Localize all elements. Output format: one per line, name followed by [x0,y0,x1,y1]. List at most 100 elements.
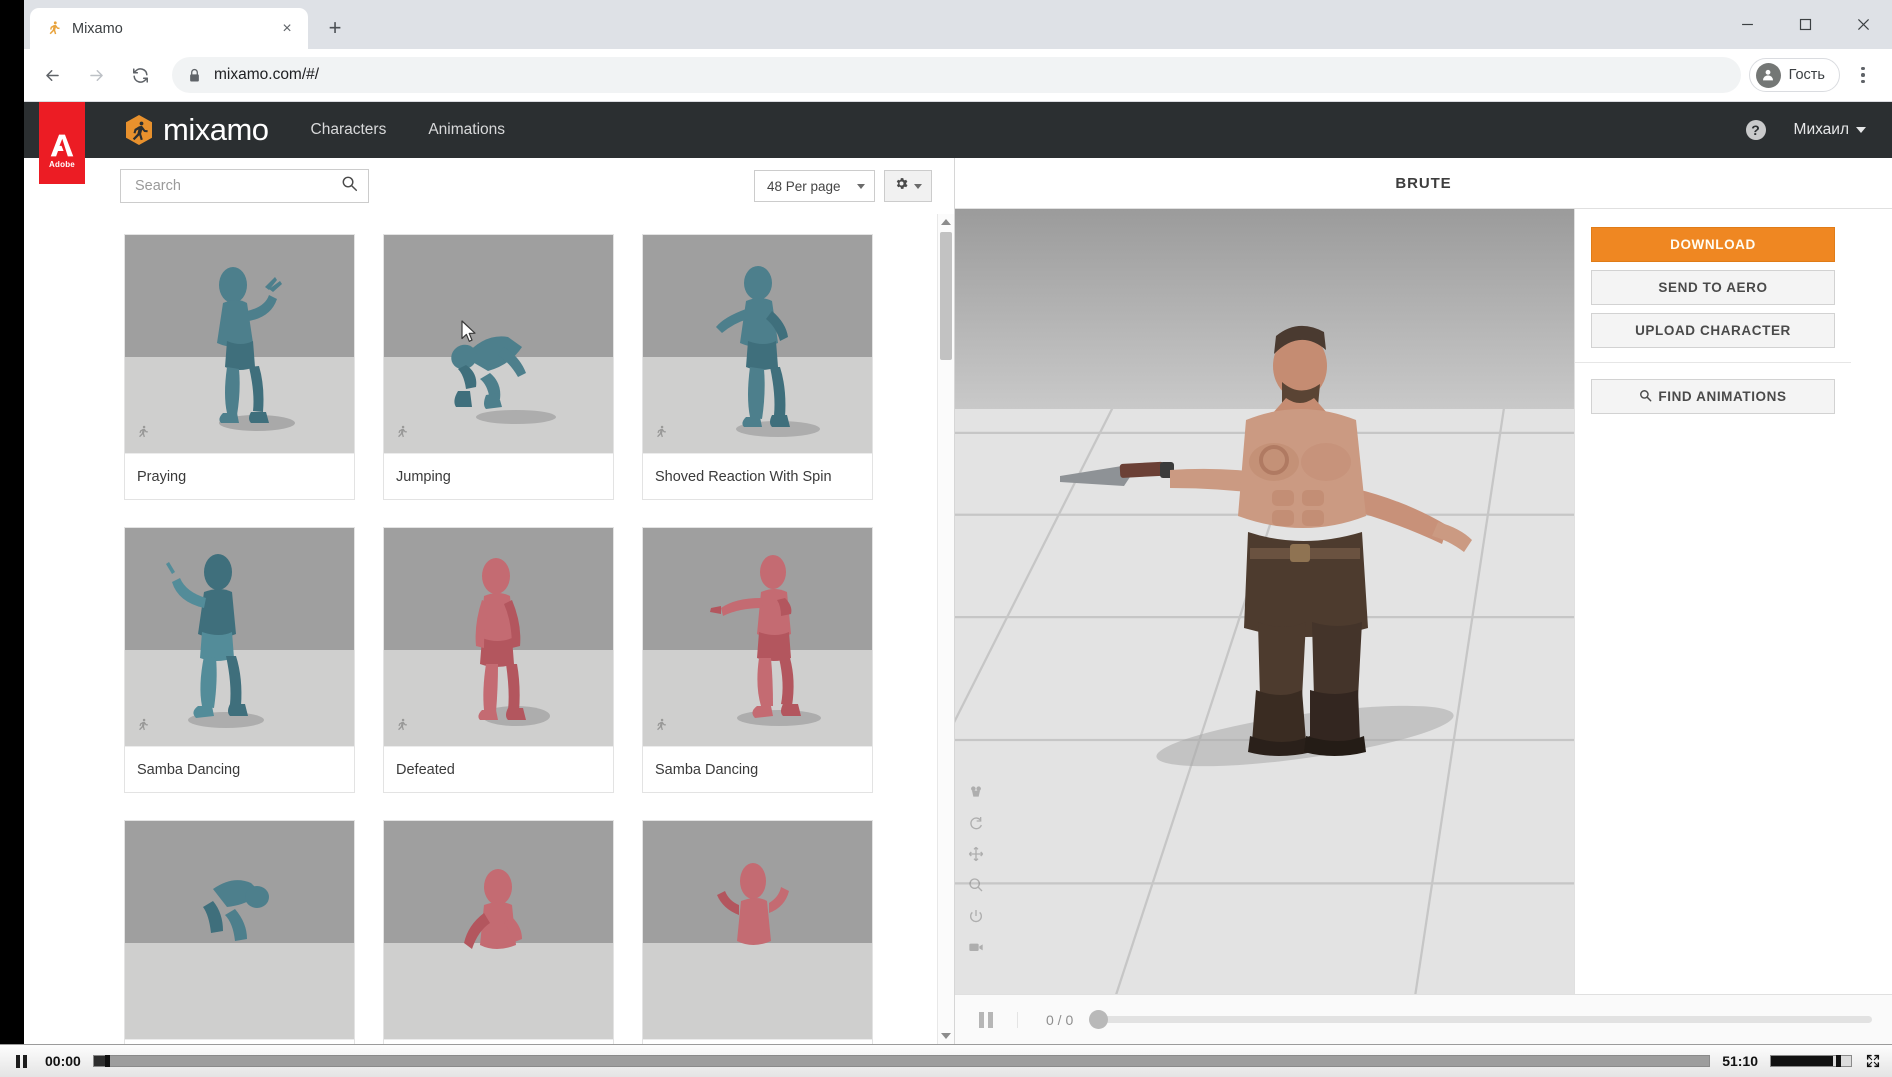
3d-viewport[interactable] [955,209,1574,994]
viewport-controls [967,783,985,956]
search-icon [1639,389,1652,405]
scrollbar-thumb[interactable] [940,232,952,360]
account-menu[interactable]: Михаил [1794,121,1866,139]
rotate-icon[interactable] [967,814,985,832]
back-arrow-icon[interactable] [32,55,72,95]
browser-window: Mixamo × + mixamo.com/#/ Гость Adobe mix… [24,0,1892,1044]
scroll-up-icon[interactable] [938,214,954,230]
search-box[interactable] [120,169,369,203]
browser-tab-mixamo[interactable]: Mixamo × [30,8,308,49]
animation-card-label: Jumping [384,453,613,499]
mixamo-wordmark: mixamo [163,112,269,147]
animation-card-label: Samba Dancing [643,746,872,792]
recorder-progress-slider[interactable] [92,1055,1711,1067]
volume-knob[interactable] [1835,1055,1841,1067]
runner-icon [394,717,409,738]
gear-icon [894,176,909,196]
camera-icon[interactable] [967,938,985,956]
animation-thumbnail [643,821,872,1039]
download-button[interactable]: DOWNLOAD [1591,227,1835,262]
reload-icon[interactable] [120,55,160,95]
help-icon[interactable]: ? [1745,120,1766,140]
bone-icon[interactable] [967,783,985,801]
close-icon[interactable] [1834,4,1892,45]
pause-icon[interactable] [10,1054,33,1068]
animation-thumbnail [125,235,354,453]
settings-button[interactable] [884,170,932,202]
animations-scroll-area[interactable]: Praying Jumping Shoved Reaction With Spi… [24,214,954,1044]
mixamo-header: Adobe mixamo Characters Animations ? Мих… [24,102,1892,184]
runner-icon [135,424,150,445]
adobe-a-icon [50,134,74,157]
reset-icon[interactable] [967,907,985,925]
screen-root: Mixamo × + mixamo.com/#/ Гость Adobe mix… [0,0,1892,1077]
animation-card[interactable]: Samba Dancing [124,527,355,793]
animation-card-label: Praying [125,453,354,499]
tab-strip: Mixamo × + [24,0,1892,49]
adobe-logo[interactable]: Adobe [39,102,85,184]
page-content: Adobe mixamo Characters Animations ? Мих… [24,102,1892,1044]
upload-character-button[interactable]: UPLOAD CHARACTER [1591,313,1835,348]
minimize-icon[interactable] [1718,4,1776,45]
animation-card[interactable] [383,820,614,1044]
animation-thumbnail [384,235,613,453]
animations-toolbar: 48 Per page [24,158,954,214]
nav-item-animations[interactable]: Animations [428,121,505,139]
animation-thumbnail [125,528,354,746]
mixamo-body: 48 Per page [24,158,1892,1044]
browser-toolbar: mixamo.com/#/ Гость [24,49,1892,102]
pause-icon[interactable] [971,1011,1001,1028]
running-man-icon [44,20,62,38]
pan-icon[interactable] [967,845,985,863]
zoom-icon[interactable] [967,876,985,894]
sidebar-divider [1575,362,1851,363]
volume-slider[interactable] [1770,1055,1852,1067]
fullscreen-icon[interactable] [1864,1052,1882,1070]
adobe-wordmark: Adobe [49,160,75,169]
window-controls [1718,0,1892,49]
animation-thumbnail [125,821,354,1039]
runner-icon [653,717,668,738]
mixamo-logo[interactable]: mixamo [124,112,269,148]
timeline-slider[interactable] [1089,1010,1872,1029]
recorder-total-time: 51:10 [1722,1053,1758,1069]
recorder-progress-knob[interactable] [105,1055,111,1067]
animation-card-label: Defeated [384,746,613,792]
animations-grid: Praying Jumping Shoved Reaction With Spi… [24,214,954,1044]
new-tab-button[interactable]: + [318,11,352,45]
character-panel: BRUTE DOWNLOAD SEND TO AERO UPLOAD CHARA… [955,158,1892,1044]
timeline-knob[interactable] [1089,1010,1109,1029]
profile-chip[interactable]: Гость [1748,58,1840,92]
animation-card[interactable]: Shoved Reaction With Spin [642,234,873,500]
forward-arrow-icon[interactable] [76,55,116,95]
maximize-icon[interactable] [1776,4,1834,45]
address-bar[interactable]: mixamo.com/#/ [172,57,1741,93]
animation-card-label: Samba Dancing [125,746,354,792]
person-icon [1755,62,1781,88]
per-page-value: 48 Per page [767,178,841,194]
animation-thumbnail [384,528,613,746]
search-icon[interactable] [341,175,358,197]
scroll-down-icon[interactable] [938,1028,954,1044]
address-bar-url: mixamo.com/#/ [214,66,320,83]
viewer-row: DOWNLOAD SEND TO AERO UPLOAD CHARACTER F… [955,209,1892,994]
padlock-icon [188,68,201,83]
animation-card[interactable]: Samba Dancing [642,527,873,793]
search-input[interactable] [135,178,341,194]
animation-card[interactable]: Jumping [383,234,614,500]
chevron-down-icon [857,183,865,189]
animation-card[interactable]: Praying [124,234,355,500]
animation-card[interactable]: Defeated [383,527,614,793]
runner-icon [653,424,668,445]
per-page-select[interactable]: 48 Per page [754,170,875,202]
nav-item-characters[interactable]: Characters [311,121,387,139]
find-animations-button[interactable]: FIND ANIMATIONS [1591,379,1835,414]
tab-close-icon[interactable]: × [276,18,298,40]
animations-scrollbar[interactable] [937,214,954,1044]
send-to-aero-button[interactable]: SEND TO AERO [1591,270,1835,305]
runner-icon [394,424,409,445]
animation-card[interactable] [124,820,355,1044]
three-dot-menu-icon[interactable] [1846,58,1880,92]
tab-title: Mixamo [72,20,123,37]
animation-card[interactable] [642,820,873,1044]
